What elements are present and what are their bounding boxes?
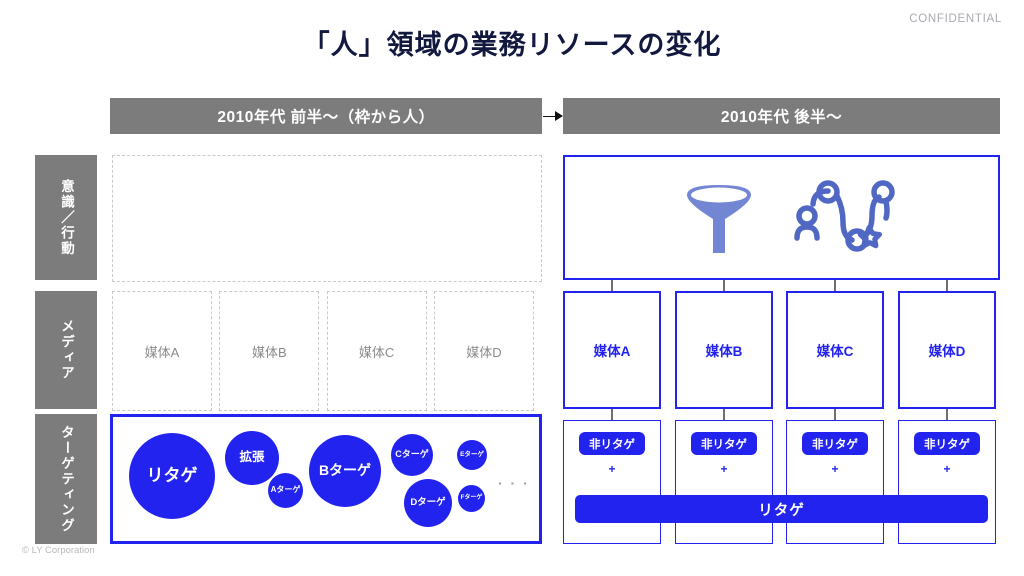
- row-label-media: メディア: [35, 291, 97, 409]
- targeting-bubble: Fターゲ: [458, 485, 485, 512]
- right-targeting-cell-a: 非リタゲ +: [563, 420, 661, 544]
- funnel-icon: [675, 175, 763, 263]
- connector-line: [611, 280, 613, 291]
- bubbles-ellipsis: · · ·: [498, 475, 530, 491]
- connector-line: [946, 280, 948, 291]
- left-media-box-d: 媒体D: [433, 291, 534, 411]
- retarget-bar: リタゲ: [575, 495, 988, 523]
- right-targeting-cell-b: 非リタゲ +: [675, 420, 773, 544]
- targeting-bubble: リタゲ: [129, 433, 215, 519]
- targeting-bubble: Cターゲ: [391, 434, 433, 476]
- plus-sign: +: [608, 462, 616, 476]
- left-awareness-box: [112, 155, 542, 282]
- non-retarget-pill: 非リタゲ: [579, 432, 645, 455]
- footer-copyright: © LY Corporation: [22, 545, 95, 556]
- right-awareness-box: [563, 155, 1000, 280]
- left-media-box-a: 媒体A: [112, 291, 212, 411]
- targeting-bubble: Bターゲ: [309, 435, 381, 507]
- targeting-bubble: Dターゲ: [404, 479, 452, 527]
- customer-journey-icon: [787, 175, 897, 263]
- connector-line: [946, 409, 948, 420]
- right-media-box-d: 媒体D: [898, 291, 996, 409]
- left-targeting-box: リタゲ 拡張 Aターゲ Bターゲ Cターゲ Dターゲ Eターゲ Fターゲ · · ·: [110, 414, 542, 544]
- right-media-box-a: 媒体A: [563, 291, 661, 409]
- connector-line: [723, 409, 725, 420]
- targeting-bubble: Eターゲ: [457, 440, 487, 470]
- targeting-bubble: 拡張: [225, 431, 279, 485]
- plus-sign: +: [831, 462, 839, 476]
- arrow-right-icon: [543, 111, 563, 121]
- row-label-targeting: ターゲティング: [35, 414, 97, 544]
- targeting-bubble: Aターゲ: [268, 473, 303, 508]
- row-label-awareness: 意識／行動: [35, 155, 97, 280]
- non-retarget-pill: 非リタゲ: [914, 432, 980, 455]
- right-media-box-c: 媒体C: [786, 291, 884, 409]
- non-retarget-pill: 非リタゲ: [802, 432, 868, 455]
- right-media-box-b: 媒体B: [675, 291, 773, 409]
- plus-sign: +: [943, 462, 951, 476]
- right-targeting-cell-c: 非リタゲ +: [786, 420, 884, 544]
- non-retarget-pill: 非リタゲ: [691, 432, 757, 455]
- plus-sign: +: [720, 462, 728, 476]
- left-media-box-b: 媒体B: [219, 291, 320, 411]
- left-media-row: 媒体A 媒体B 媒体C 媒体D: [112, 291, 540, 411]
- page-title: 「人」領域の業務リソースの変化: [302, 30, 722, 60]
- right-targeting-cell-d: 非リタゲ +: [898, 420, 996, 544]
- connector-line: [834, 409, 836, 420]
- phase-bar-right: 2010年代 後半〜: [563, 98, 1000, 134]
- connector-line: [723, 280, 725, 291]
- connector-line: [834, 280, 836, 291]
- left-media-box-c: 媒体C: [326, 291, 427, 411]
- connector-line: [611, 409, 613, 420]
- phase-bar-left: 2010年代 前半〜（枠から人）: [110, 98, 542, 134]
